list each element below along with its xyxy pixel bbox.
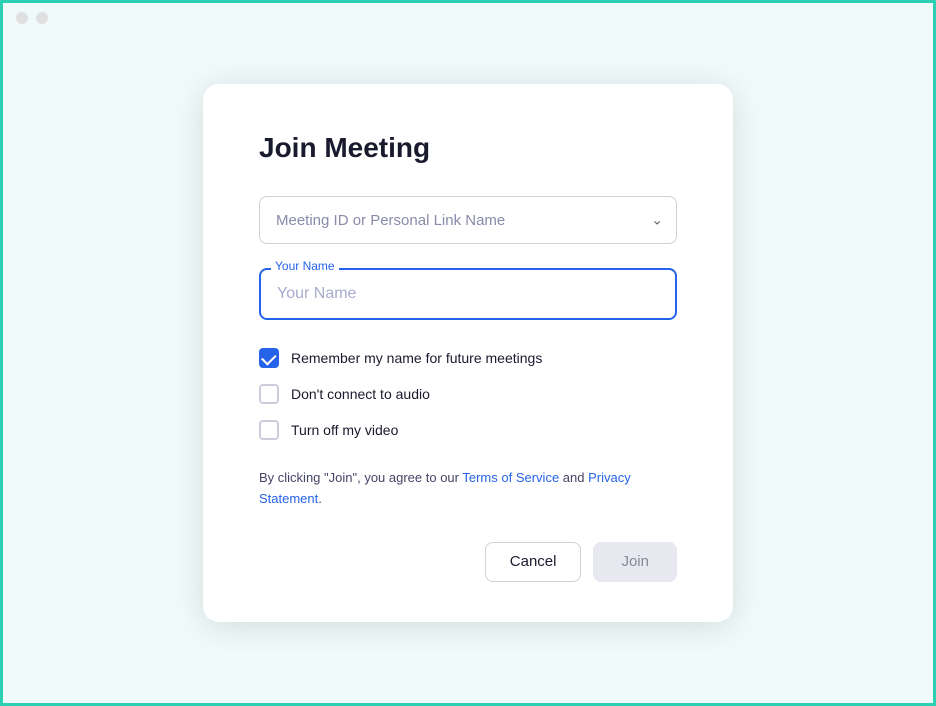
cancel-button[interactable]: Cancel [485,542,582,582]
button-row: Cancel Join [259,542,677,582]
checkbox-video-label: Turn off my video [291,422,398,438]
terms-prefix: By clicking "Join", you agree to our [259,470,462,485]
checkbox-remember-label: Remember my name for future meetings [291,350,542,366]
terms-middle: and [559,470,588,485]
your-name-wrapper: Your Name [259,268,677,320]
checkbox-audio[interactable]: Don't connect to audio [259,384,677,404]
checkbox-video[interactable]: Turn off my video [259,420,677,440]
meeting-id-wrapper: Meeting ID or Personal Link Name ⌄ [259,196,677,244]
terms-of-service-link[interactable]: Terms of Service [462,470,559,485]
traffic-light-minimize [36,12,48,24]
checkbox-audio-box [259,384,279,404]
checkbox-remember[interactable]: Remember my name for future meetings [259,348,677,368]
window-chrome [16,12,48,24]
checkbox-audio-label: Don't connect to audio [291,386,430,402]
join-meeting-dialog: Join Meeting Meeting ID or Personal Link… [203,84,733,622]
meeting-id-select[interactable]: Meeting ID or Personal Link Name [259,196,677,244]
traffic-light-close [16,12,28,24]
checkbox-remember-box [259,348,279,368]
join-button[interactable]: Join [593,542,677,582]
your-name-label: Your Name [271,259,339,273]
terms-suffix: . [318,491,322,506]
your-name-input[interactable] [259,268,677,320]
checkbox-video-box [259,420,279,440]
terms-text: By clicking "Join", you agree to our Ter… [259,468,677,510]
checkboxes-group: Remember my name for future meetings Don… [259,348,677,440]
dialog-title: Join Meeting [259,132,677,164]
